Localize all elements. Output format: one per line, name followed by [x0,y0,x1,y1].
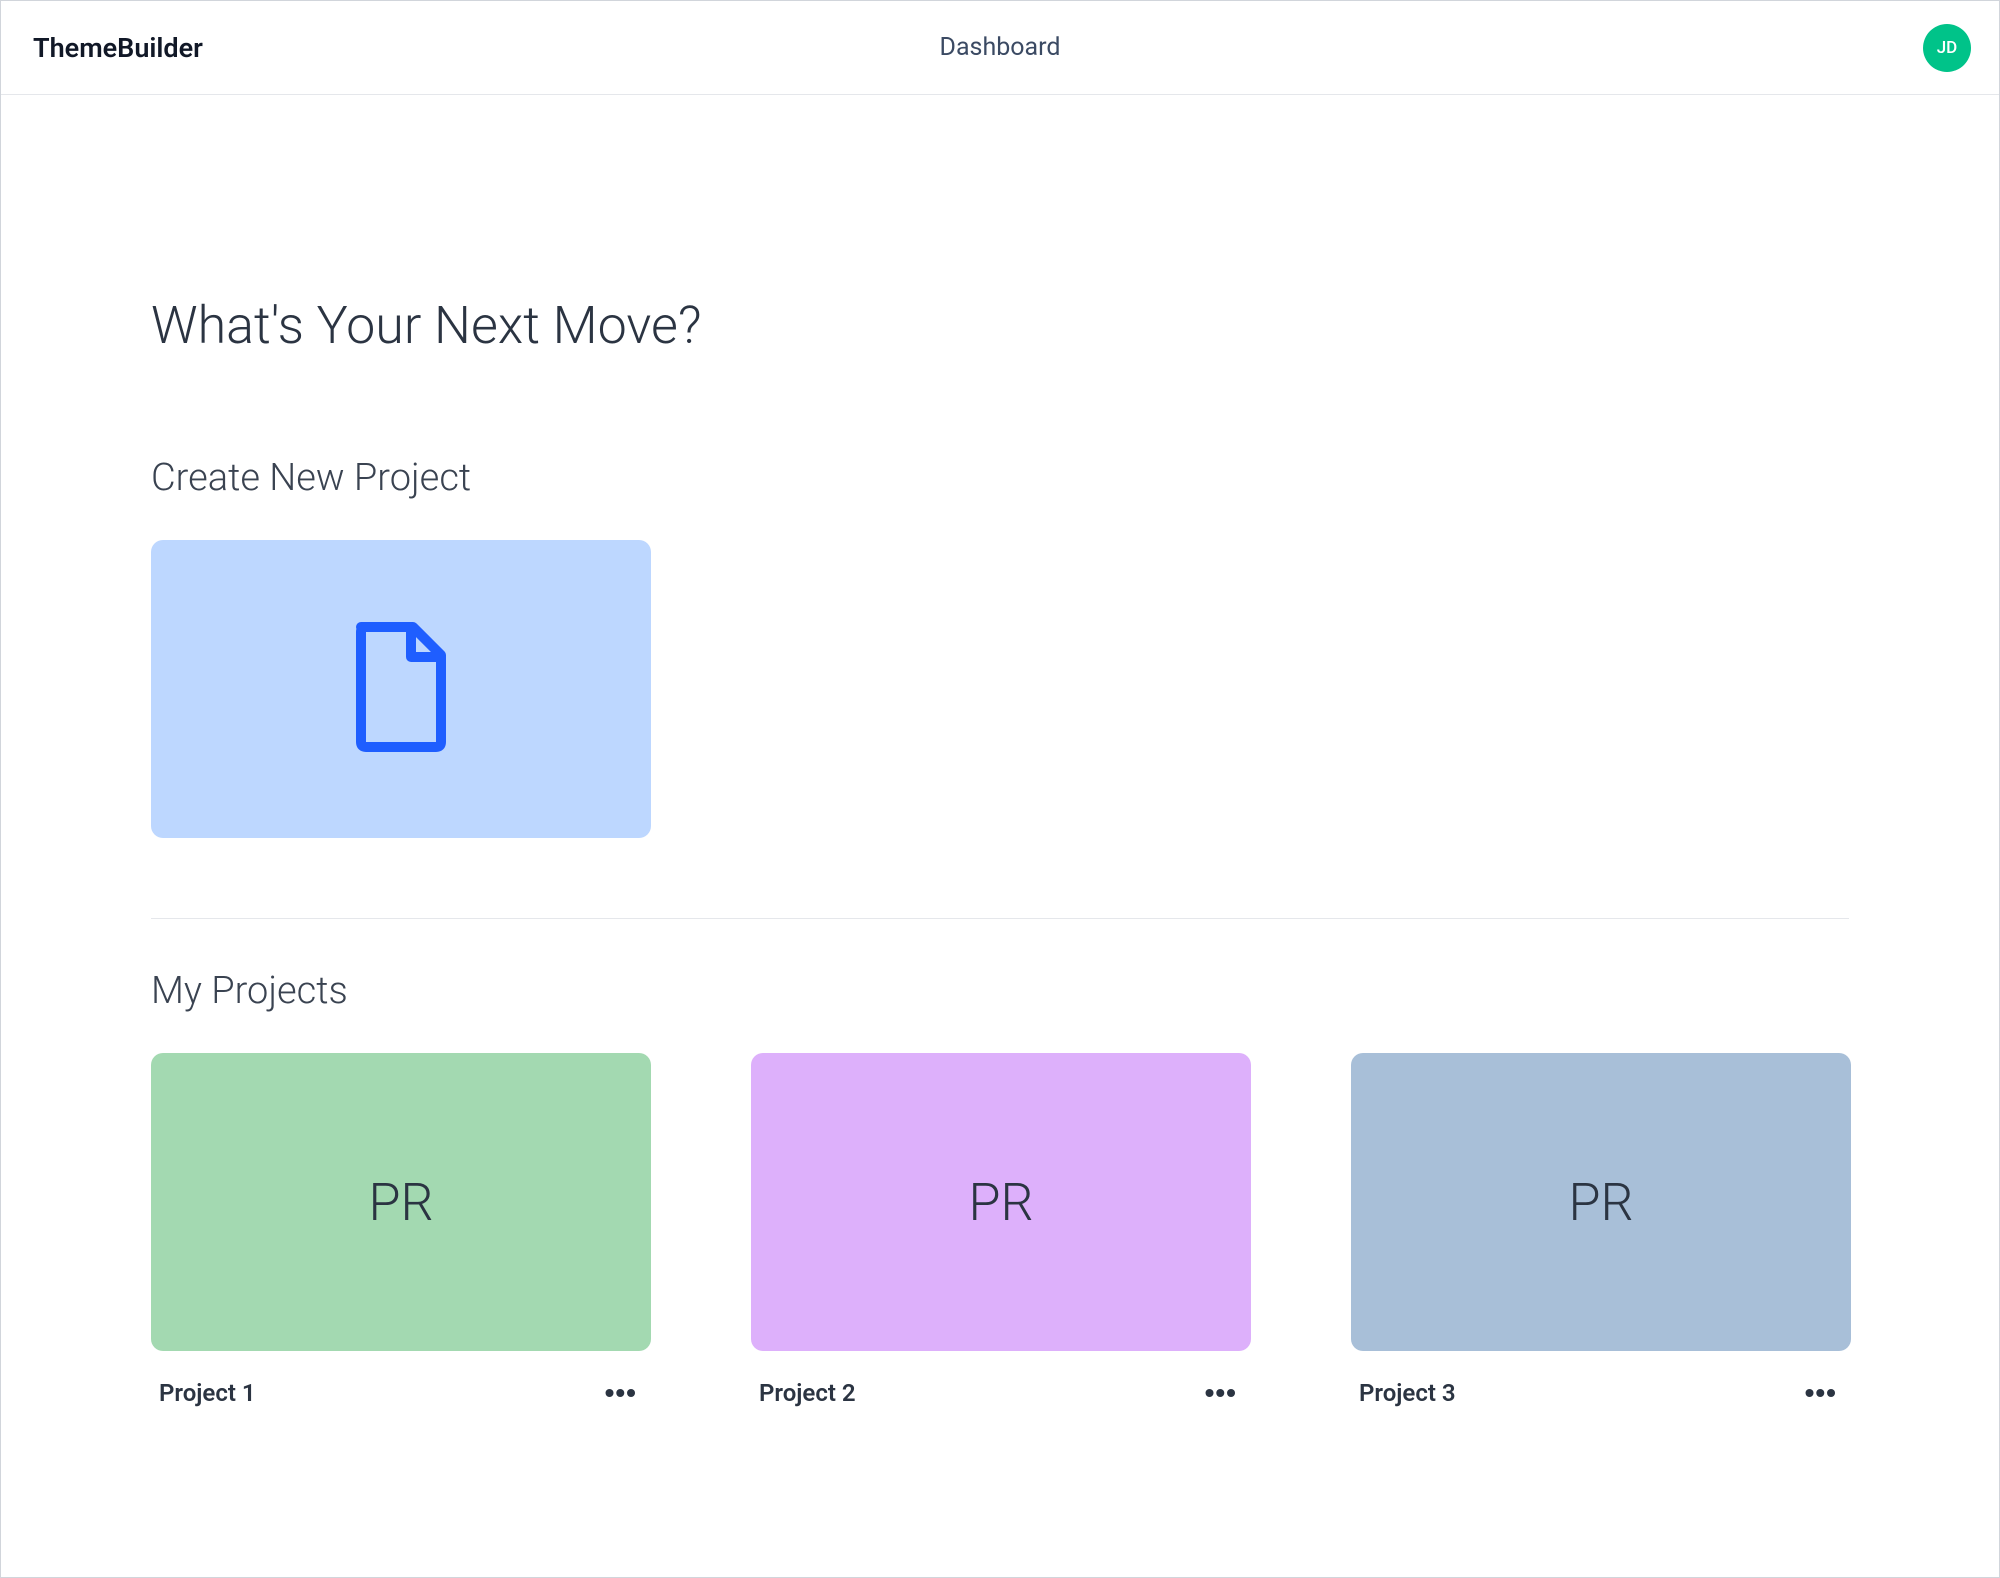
project-card[interactable]: PR [1351,1053,1851,1351]
project-card[interactable]: PR [151,1053,651,1351]
project-footer: Project 1 ••• [151,1379,651,1407]
more-icon: ••• [1805,1386,1837,1400]
project-footer: Project 3 ••• [1351,1379,1851,1407]
user-avatar[interactable]: JD [1923,24,1971,72]
create-new-project-card[interactable] [151,540,651,838]
project-footer: Project 2 ••• [751,1379,1251,1407]
project-item: PR Project 1 ••• [151,1053,651,1407]
project-item: PR Project 3 ••• [1351,1053,1851,1407]
page-label: Dashboard [940,33,1061,62]
create-section-title: Create New Project [151,456,1849,500]
section-divider [151,918,1849,919]
projects-grid: PR Project 1 ••• PR Project 2 ••• [151,1053,1849,1407]
project-name: Project 3 [1359,1379,1456,1407]
app-title: ThemeBuilder [33,32,203,64]
project-more-button[interactable]: ••• [599,1380,643,1406]
project-name: Project 1 [159,1379,256,1407]
my-projects-title: My Projects [151,969,1849,1013]
project-more-button[interactable]: ••• [1799,1380,1843,1406]
project-more-button[interactable]: ••• [1199,1380,1243,1406]
project-card[interactable]: PR [751,1053,1251,1351]
more-icon: ••• [605,1386,637,1400]
project-badge: PR [968,1172,1033,1233]
hero-title: What's Your Next Move? [151,295,1849,356]
project-name: Project 2 [759,1379,856,1407]
project-badge: PR [368,1172,433,1233]
more-icon: ••• [1205,1386,1237,1400]
app-header: ThemeBuilder Dashboard JD [1,1,1999,95]
file-icon [351,622,451,756]
project-item: PR Project 2 ••• [751,1053,1251,1407]
project-badge: PR [1568,1172,1633,1233]
main-content: What's Your Next Move? Create New Projec… [1,95,1999,1577]
